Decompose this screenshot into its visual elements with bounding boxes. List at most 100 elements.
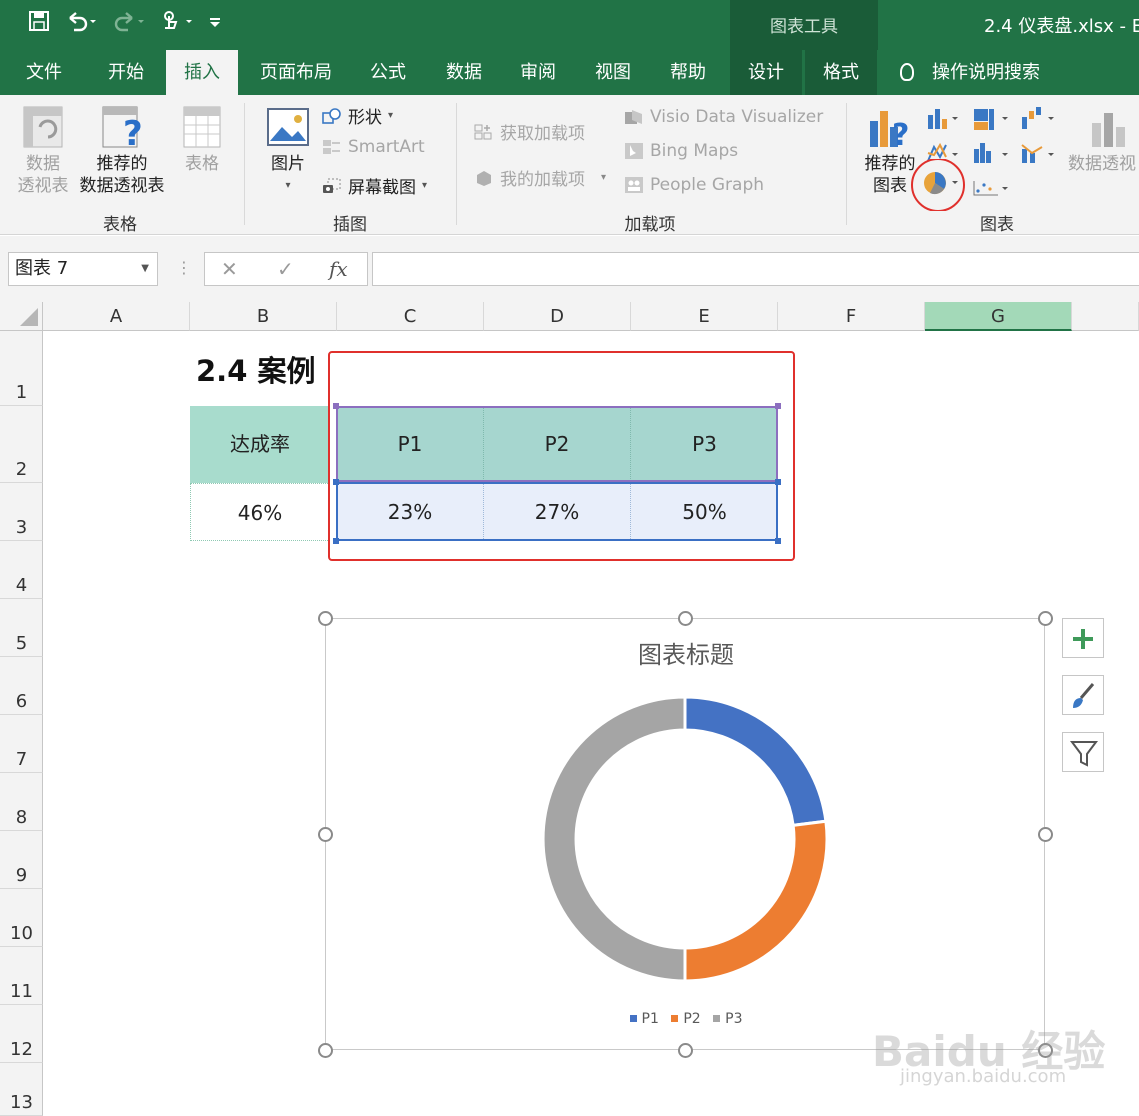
insert-function-icon[interactable]: fx: [329, 257, 348, 281]
resize-handle-bottom-left[interactable]: [318, 1043, 333, 1058]
tab-help[interactable]: 帮助: [652, 50, 724, 95]
resize-handle-left[interactable]: [318, 827, 333, 842]
pivot-chart-button[interactable]: 数据透视: [1068, 105, 1139, 175]
column-header-g[interactable]: G: [925, 302, 1072, 331]
column-header-a[interactable]: A: [43, 302, 190, 331]
name-box-dropdown-icon[interactable]: ▼: [141, 253, 149, 285]
chart-elements-button[interactable]: [1062, 618, 1104, 658]
chart-object[interactable]: 图表标题 P1 P2 P3: [325, 618, 1045, 1050]
name-box[interactable]: 图表 7 ▼: [8, 252, 158, 286]
formula-input[interactable]: [372, 252, 1139, 286]
redo-icon[interactable]: [112, 10, 146, 32]
legend-item-p2: P2: [671, 1011, 701, 1027]
filter-icon: [1070, 741, 1098, 767]
group-separator: [456, 103, 457, 225]
tab-formulas[interactable]: 公式: [352, 50, 424, 95]
legend-item-p3: P3: [713, 1011, 742, 1027]
tab-home[interactable]: 开始: [90, 50, 162, 95]
people-graph-button[interactable]: People Graph: [624, 175, 764, 195]
smartart-button[interactable]: SmartArt: [322, 137, 425, 157]
resize-handle-right[interactable]: [1038, 827, 1053, 842]
tab-data[interactable]: 数据: [428, 50, 500, 95]
row-header-13[interactable]: 13: [0, 1063, 43, 1116]
undo-icon[interactable]: [64, 10, 98, 32]
row-header-6[interactable]: 6: [0, 657, 43, 715]
table-icon: [183, 106, 221, 148]
row-header-9[interactable]: 9: [0, 831, 43, 889]
highlight-annotation-box: [328, 351, 795, 561]
table-button[interactable]: 表格: [174, 105, 230, 175]
scatter-chart-icon: [973, 181, 1008, 196]
shapes-button[interactable]: 形状 ▾: [322, 103, 393, 128]
column-header-f[interactable]: F: [778, 302, 925, 331]
tab-review[interactable]: 审阅: [502, 50, 574, 95]
rec-pivot-label-1: 推荐的: [96, 154, 148, 174]
rec-pivot-label-2: 数据透视表: [79, 176, 165, 196]
resize-handle-bottom[interactable]: [678, 1043, 693, 1058]
row-header-4[interactable]: 4: [0, 541, 43, 599]
enter-icon[interactable]: ✓: [277, 257, 294, 281]
bing-maps-icon: [625, 143, 643, 159]
resize-handle-top-left[interactable]: [318, 611, 333, 626]
doughnut-slice-p3[interactable]: [541, 695, 687, 983]
save-icon[interactable]: [28, 10, 50, 32]
chart-filters-button[interactable]: [1062, 732, 1104, 772]
cell-b2[interactable]: 达成率: [190, 406, 330, 483]
pie-chart-icon: [924, 172, 946, 195]
tab-file[interactable]: 文件: [10, 50, 78, 95]
resize-handle-top-right[interactable]: [1038, 611, 1053, 626]
picture-button[interactable]: 图片 ▾: [262, 105, 314, 197]
svg-text:?: ?: [123, 114, 143, 149]
quick-access-toolbar: [28, 10, 222, 32]
column-header-d[interactable]: D: [484, 302, 631, 331]
row-header-5[interactable]: 5: [0, 599, 43, 657]
screenshot-label: 屏幕截图: [348, 178, 416, 198]
combo-chart-icon: [1021, 144, 1054, 163]
customize-qat-icon[interactable]: [208, 10, 222, 32]
column-header-b[interactable]: B: [190, 302, 337, 331]
ribbon-insert: 数据 透视表 ? 推荐的 数据透视表 表格 表格 图片 ▾ 形状 ▾ SmartA…: [0, 95, 1139, 235]
doughnut-slice-p2[interactable]: [683, 819, 829, 983]
row-header-2[interactable]: 2: [0, 406, 43, 483]
tell-me-search[interactable]: 操作说明搜索: [900, 50, 1040, 95]
doughnut-chart[interactable]: [326, 619, 1046, 1051]
recommended-pivot-button[interactable]: ? 推荐的 数据透视表: [74, 105, 170, 197]
tab-page-layout[interactable]: 页面布局: [250, 50, 342, 95]
pie-doughnut-chart-button[interactable]: [908, 159, 970, 211]
screenshot-button[interactable]: 屏幕截图 ▾: [322, 173, 427, 198]
row-header-8[interactable]: 8: [0, 773, 43, 831]
tab-view[interactable]: 视图: [577, 50, 649, 95]
tab-insert[interactable]: 插入: [166, 50, 238, 95]
tab-format[interactable]: 格式: [805, 50, 877, 95]
pivot-table-button[interactable]: 数据 透视表: [10, 105, 76, 197]
legend-item-p1: P1: [629, 1011, 659, 1027]
sheet-title: 2.4 案例: [196, 354, 316, 388]
row-header-11[interactable]: 11: [0, 947, 43, 1005]
chart-styles-button[interactable]: [1062, 675, 1104, 715]
cancel-icon[interactable]: ✕: [221, 257, 238, 281]
bing-maps-button[interactable]: Bing Maps: [624, 141, 738, 161]
row-header-10[interactable]: 10: [0, 889, 43, 947]
column-header-h[interactable]: [1072, 302, 1139, 331]
row-header-1[interactable]: 1: [0, 331, 43, 406]
hierarchy-chart-icon: [974, 109, 1008, 130]
formula-bar-grip-icon: ⋮: [176, 258, 192, 277]
cell-b3[interactable]: 46%: [190, 483, 330, 541]
legend-swatch: [629, 1015, 637, 1022]
waterfall-chart-icon: [1022, 107, 1054, 129]
row-header-3[interactable]: 3: [0, 483, 43, 541]
get-addins-button[interactable]: 获取加载项: [474, 119, 585, 144]
touch-mode-icon[interactable]: [160, 10, 194, 32]
select-all-corner[interactable]: [0, 302, 43, 331]
tab-design[interactable]: 设计: [730, 50, 802, 95]
doughnut-slice-p1[interactable]: [683, 695, 828, 828]
visio-visualizer-button[interactable]: Visio Data Visualizer: [624, 107, 823, 127]
resize-handle-top[interactable]: [678, 611, 693, 626]
recommended-charts-icon: ?: [870, 111, 909, 149]
column-header-c[interactable]: C: [337, 302, 484, 331]
column-header-e[interactable]: E: [631, 302, 778, 331]
bing-maps-label: Bing Maps: [650, 141, 739, 161]
row-header-12[interactable]: 12: [0, 1005, 43, 1063]
my-addins-button[interactable]: 我的加载项 ▾: [474, 165, 606, 190]
row-header-7[interactable]: 7: [0, 715, 43, 773]
